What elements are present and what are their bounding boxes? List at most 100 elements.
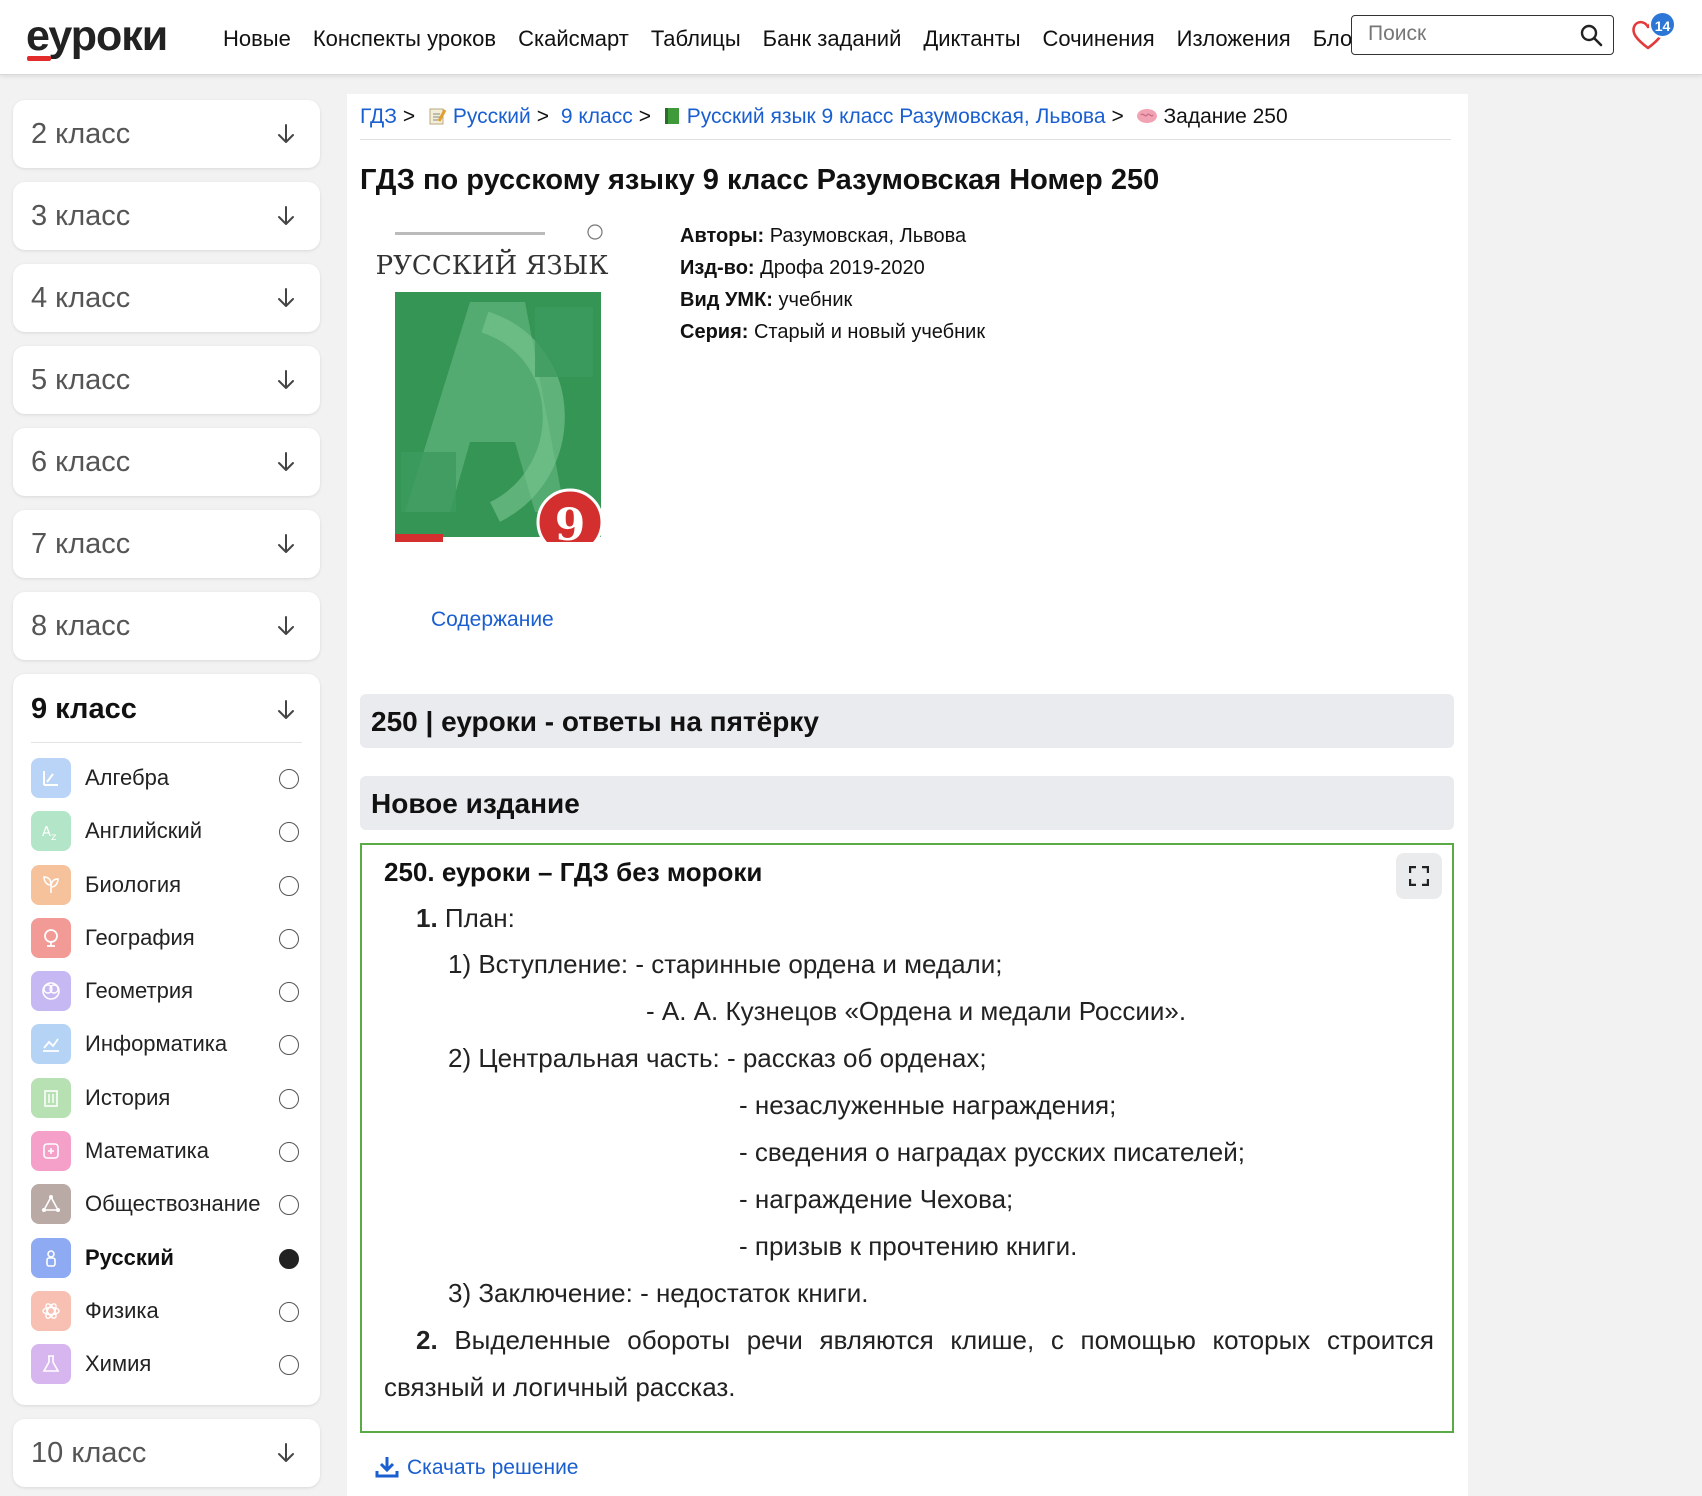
nav-expositions[interactable]: Изложения — [1177, 26, 1291, 52]
meta-value: Разумовская, Львова — [764, 225, 967, 247]
subject-name: Геометрия — [85, 978, 194, 1004]
grade-4-card[interactable]: 4 класс — [13, 264, 320, 332]
meta-label: Авторы: — [680, 225, 765, 247]
green-book-icon — [664, 108, 679, 124]
memo-icon — [429, 108, 447, 125]
english-icon: Az — [31, 811, 71, 852]
grade-label: 8 класс — [31, 610, 131, 642]
subject-radio[interactable] — [279, 1195, 299, 1216]
people-icon — [31, 1184, 71, 1225]
breadcrumb-separator: > — [402, 105, 416, 128]
page-title: ГДЗ по русскому языку 9 класс Разумовска… — [360, 164, 1160, 196]
main-nav: Новые Конспекты уроков Скайсмарт Таблицы… — [223, 26, 1382, 52]
nav-skysmart[interactable]: Скайсмарт — [518, 26, 629, 52]
subject-math[interactable]: Математика — [31, 1125, 303, 1178]
subject-name: Обществознание — [85, 1191, 261, 1217]
breadcrumb-separator: > — [536, 105, 550, 128]
answer-line: - сведения о наградах русских писателей; — [739, 1137, 1245, 1167]
answer-line: 1) Вступление: - старинные ордена и меда… — [448, 949, 1003, 979]
search-input[interactable] — [1368, 22, 1568, 46]
subject-geometry[interactable]: Геометрия — [31, 965, 303, 1018]
grade-label-open[interactable]: 9 класс — [31, 693, 137, 726]
grade-label: 5 класс — [31, 364, 131, 396]
subject-radio[interactable] — [279, 1142, 299, 1163]
arrow-down-icon — [278, 534, 294, 553]
subject-informatics[interactable]: Информатика — [31, 1018, 303, 1071]
answer-line: 2. Выделенные обороты речи являются клиш… — [416, 1325, 1434, 1356]
subject-radio[interactable] — [279, 1301, 299, 1322]
meta-series: Серия: Старый и новый учебник — [680, 316, 985, 348]
meta-label: Серия: — [680, 321, 749, 343]
grade-2-card[interactable]: 2 класс — [13, 100, 320, 168]
algebra-icon — [31, 758, 71, 798]
grade-label: 3 класс — [31, 200, 131, 232]
subject-radio[interactable] — [279, 875, 299, 896]
arrow-down-icon — [278, 616, 294, 635]
subject-english[interactable]: Az Английский — [31, 805, 303, 858]
nav-essays[interactable]: Сочинения — [1043, 26, 1155, 52]
grade-9-card-expanded: 9 класс Алгебра Az Английский Биология Г… — [13, 674, 320, 1405]
grade-8-card[interactable]: 8 класс — [13, 592, 320, 660]
meta-label: Вид УМК: — [680, 289, 773, 311]
grade-label: 10 класс — [31, 1437, 147, 1469]
answer-line: - призыв к прочтению книги. — [739, 1231, 1078, 1261]
calculator-icon — [31, 1131, 71, 1172]
subject-physics[interactable]: Физика — [31, 1285, 303, 1338]
grade-sidebar: 2 класс 3 класс 4 класс 5 класс 6 класс … — [13, 100, 320, 1496]
answer-number: 2. — [416, 1325, 438, 1355]
answer-line: 2) Центральная часть: - рассказ об орден… — [448, 1043, 987, 1073]
grade-10-card[interactable]: 10 класс — [13, 1419, 320, 1487]
book-cover-image[interactable]: РУССКИЙ ЯЗЫК 9 — [375, 212, 611, 542]
search-icon[interactable] — [1579, 23, 1603, 47]
breadcrumb-gdz[interactable]: ГДЗ — [360, 105, 397, 128]
subject-name: Русский — [85, 1244, 174, 1270]
breadcrumb-grade[interactable]: 9 класс — [561, 105, 633, 128]
nav-tables[interactable]: Таблицы — [651, 26, 741, 52]
biology-icon — [31, 864, 71, 905]
nav-task-bank[interactable]: Банк заданий — [763, 26, 902, 52]
subject-chemistry[interactable]: Химия — [31, 1338, 303, 1391]
subject-name: Физика — [85, 1297, 159, 1323]
grade-3-card[interactable]: 3 класс — [13, 182, 320, 250]
subject-radio[interactable] — [279, 982, 299, 1003]
answer-heading: 250. еуроки – ГДЗ без мороки — [384, 857, 763, 887]
subject-geography[interactable]: География — [31, 912, 303, 965]
nav-dictations[interactable]: Диктанты — [923, 26, 1020, 52]
nav-new[interactable]: Новые — [223, 26, 291, 52]
geometry-icon — [31, 971, 71, 1012]
subject-radio[interactable] — [279, 822, 299, 843]
fullscreen-button[interactable] — [1396, 853, 1442, 899]
subject-radio-selected[interactable] — [279, 1248, 299, 1269]
site-logo[interactable]: еуроки — [26, 12, 168, 61]
grade-7-card[interactable]: 7 класс — [13, 510, 320, 578]
arrow-down-icon[interactable] — [276, 698, 296, 722]
subject-russian[interactable]: Русский — [31, 1232, 303, 1285]
breadcrumb-book[interactable]: Русский язык 9 класс Разумовская, Львова — [687, 105, 1106, 128]
edition-bar: Новое издание — [360, 776, 1454, 830]
book-meta: Авторы: Разумовская, Львова Изд-во: Дроф… — [680, 220, 985, 348]
nav-lesson-notes[interactable]: Конспекты уроков — [313, 26, 496, 52]
subject-radio[interactable] — [279, 1088, 299, 1109]
subject-radio[interactable] — [279, 1355, 299, 1376]
subject-social-studies[interactable]: Обществознание — [31, 1178, 303, 1231]
subject-biology[interactable]: Биология — [31, 859, 303, 912]
grade-label: 4 класс — [31, 282, 131, 314]
globe-icon — [31, 917, 71, 958]
subject-radio[interactable] — [279, 1035, 299, 1056]
subject-radio[interactable] — [279, 928, 299, 949]
subject-algebra[interactable]: Алгебра — [31, 752, 303, 805]
grade-label: 6 класс — [31, 446, 131, 478]
breadcrumb-current: Задание 250 — [1163, 105, 1288, 128]
grade-6-card[interactable]: 6 класс — [13, 428, 320, 496]
answer-box: 250. еуроки – ГДЗ без мороки 1. План: 1)… — [360, 843, 1454, 1433]
subject-radio[interactable] — [279, 769, 299, 789]
arrow-down-icon — [278, 206, 294, 225]
contents-link[interactable]: Содержание — [431, 608, 554, 632]
grade-5-card[interactable]: 5 класс — [13, 346, 320, 414]
breadcrumb-subject[interactable]: Русский — [453, 105, 531, 128]
arrow-down-icon — [278, 370, 294, 389]
breadcrumb-separator: > — [638, 105, 651, 128]
subject-name: Английский — [85, 818, 202, 844]
subject-history[interactable]: История — [31, 1072, 303, 1125]
flask-icon — [31, 1344, 71, 1385]
